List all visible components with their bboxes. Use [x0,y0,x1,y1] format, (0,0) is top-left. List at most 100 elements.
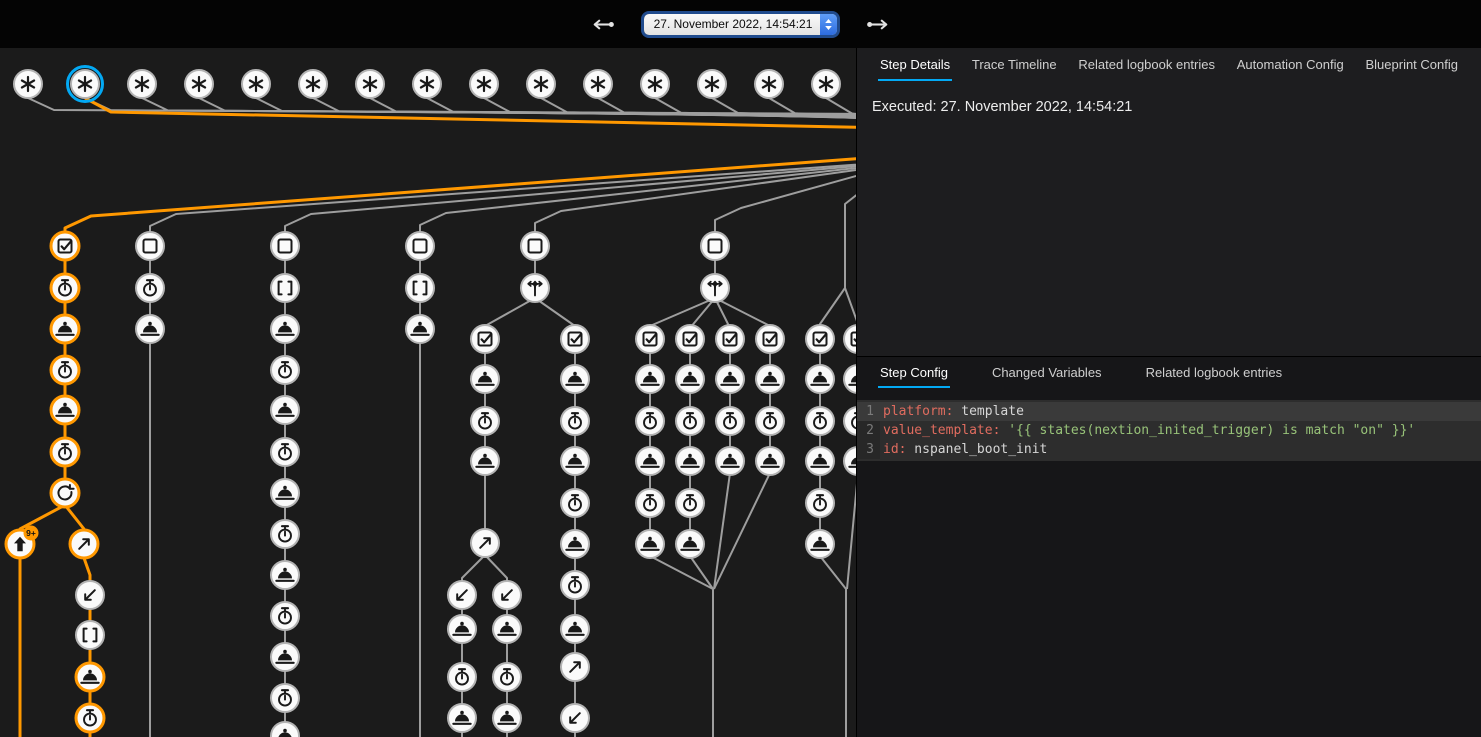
trace-node-bell[interactable] [493,615,521,643]
tab-trace-timeline[interactable]: Trace Timeline [970,48,1059,81]
trace-node-bell[interactable] [561,447,589,475]
trace-node-arrow-top-right[interactable] [471,529,499,557]
trace-graph-panel[interactable]: 9+ [0,48,856,737]
trace-node-timer[interactable] [448,663,476,691]
trace-node-asterisk[interactable] [584,70,612,98]
trace-node-bell[interactable] [406,315,434,343]
trace-node-arrow-bottom-left[interactable] [448,581,476,609]
trace-node-bell[interactable] [561,615,589,643]
trace-node-asterisk[interactable] [242,70,270,98]
trace-node-checkbox-marked[interactable] [676,325,704,353]
trace-graph[interactable]: 9+ [0,48,856,737]
trace-node-arrow-bottom-left[interactable] [561,704,589,732]
tab-related-logbook-entries[interactable]: Related logbook entries [1144,357,1285,388]
trace-node-bell[interactable] [471,365,499,393]
trace-node-timer[interactable] [271,356,299,384]
tab-step-details[interactable]: Step Details [878,48,952,81]
trace-node-asterisk[interactable] [755,70,783,98]
trace-node-arrow-up-bold[interactable]: 9+ [6,526,39,559]
trace-node-checkbox-marked[interactable] [806,325,834,353]
trace-node-timer[interactable] [756,407,784,435]
trace-node-bell[interactable] [271,479,299,507]
trace-node-asterisk[interactable] [527,70,555,98]
trace-node-timer[interactable] [271,520,299,548]
trace-node-bell[interactable] [676,530,704,558]
trace-node-arrow-decision[interactable] [521,274,549,302]
trace-node-timer[interactable] [51,274,79,302]
trace-node-asterisk[interactable] [812,70,840,98]
trace-node-timer[interactable] [271,602,299,630]
tab-step-config[interactable]: Step Config [878,357,950,388]
trace-node-timer[interactable] [636,407,664,435]
trace-node-timer[interactable] [51,438,79,466]
trace-node-bell[interactable] [271,561,299,589]
trace-node-checkbox-blank[interactable] [406,232,434,260]
trace-node-bell[interactable] [636,530,664,558]
trace-node-arrow-decision[interactable] [701,274,729,302]
trace-node-checkbox-marked[interactable] [51,232,79,260]
trace-node-checkbox-marked[interactable] [561,325,589,353]
trace-node-timer[interactable] [493,663,521,691]
trace-node-bell[interactable] [271,315,299,343]
trace-node-bell[interactable] [448,704,476,732]
trace-node-bell[interactable] [844,447,856,475]
trace-node-checkbox-blank[interactable] [136,232,164,260]
trace-node-bell[interactable] [716,365,744,393]
trace-node-timer[interactable] [271,438,299,466]
trace-node-timer[interactable] [676,407,704,435]
trace-node-asterisk[interactable] [470,70,498,98]
trace-node-code-brackets[interactable] [271,274,299,302]
trace-node-bell[interactable] [493,704,521,732]
trace-node-asterisk[interactable] [14,70,42,98]
trace-node-timer[interactable] [561,571,589,599]
trace-node-arrow-bottom-left[interactable] [493,581,521,609]
trace-node-asterisk[interactable] [698,70,726,98]
trace-node-timer[interactable] [806,489,834,517]
trace-node-checkbox-marked[interactable] [844,325,856,353]
trace-node-bell[interactable] [51,396,79,424]
trace-node-bell[interactable] [271,396,299,424]
run-select[interactable]: 27. November 2022, 14:54:21 [644,14,838,35]
trace-node-asterisk[interactable] [68,67,103,102]
trace-node-arrow-top-right[interactable] [70,530,98,558]
trace-node-checkbox-marked[interactable] [471,325,499,353]
trace-node-timer[interactable] [561,489,589,517]
trace-node-bell[interactable] [806,365,834,393]
trace-node-bell[interactable] [561,530,589,558]
trace-node-timer[interactable] [51,356,79,384]
trace-node-checkbox-marked[interactable] [636,325,664,353]
trace-node-bell[interactable] [76,663,104,691]
tab-changed-variables[interactable]: Changed Variables [990,357,1104,388]
trace-node-bell[interactable] [636,365,664,393]
next-run-button[interactable] [864,10,892,38]
trace-node-bell[interactable] [844,365,856,393]
trace-node-bell[interactable] [471,447,499,475]
trace-node-bell[interactable] [676,447,704,475]
trace-node-asterisk[interactable] [413,70,441,98]
trace-node-timer[interactable] [806,407,834,435]
trace-node-asterisk[interactable] [128,70,156,98]
trace-node-refresh[interactable] [51,479,79,507]
trace-node-checkbox-blank[interactable] [521,232,549,260]
trace-node-arrow-bottom-left[interactable] [76,581,104,609]
trace-node-checkbox-marked[interactable] [756,325,784,353]
step-config-code-editor[interactable]: 1platform: template2value_template: '{{ … [857,400,1481,461]
trace-node-bell[interactable] [716,447,744,475]
trace-node-asterisk[interactable] [185,70,213,98]
trace-node-timer[interactable] [136,274,164,302]
trace-node-checkbox-blank[interactable] [271,232,299,260]
trace-node-timer[interactable] [676,489,704,517]
trace-node-checkbox-marked[interactable] [716,325,744,353]
tab-automation-config[interactable]: Automation Config [1235,48,1346,81]
trace-node-checkbox-blank[interactable] [701,232,729,260]
trace-node-code-brackets[interactable] [76,621,104,649]
trace-node-timer[interactable] [471,407,499,435]
tab-related-logbook-entries[interactable]: Related logbook entries [1076,48,1217,81]
trace-node-timer[interactable] [271,684,299,712]
trace-node-bell[interactable] [136,315,164,343]
trace-node-timer[interactable] [716,407,744,435]
trace-node-asterisk[interactable] [641,70,669,98]
trace-node-bell[interactable] [756,365,784,393]
trace-node-timer[interactable] [844,407,856,435]
trace-node-bell[interactable] [271,643,299,671]
